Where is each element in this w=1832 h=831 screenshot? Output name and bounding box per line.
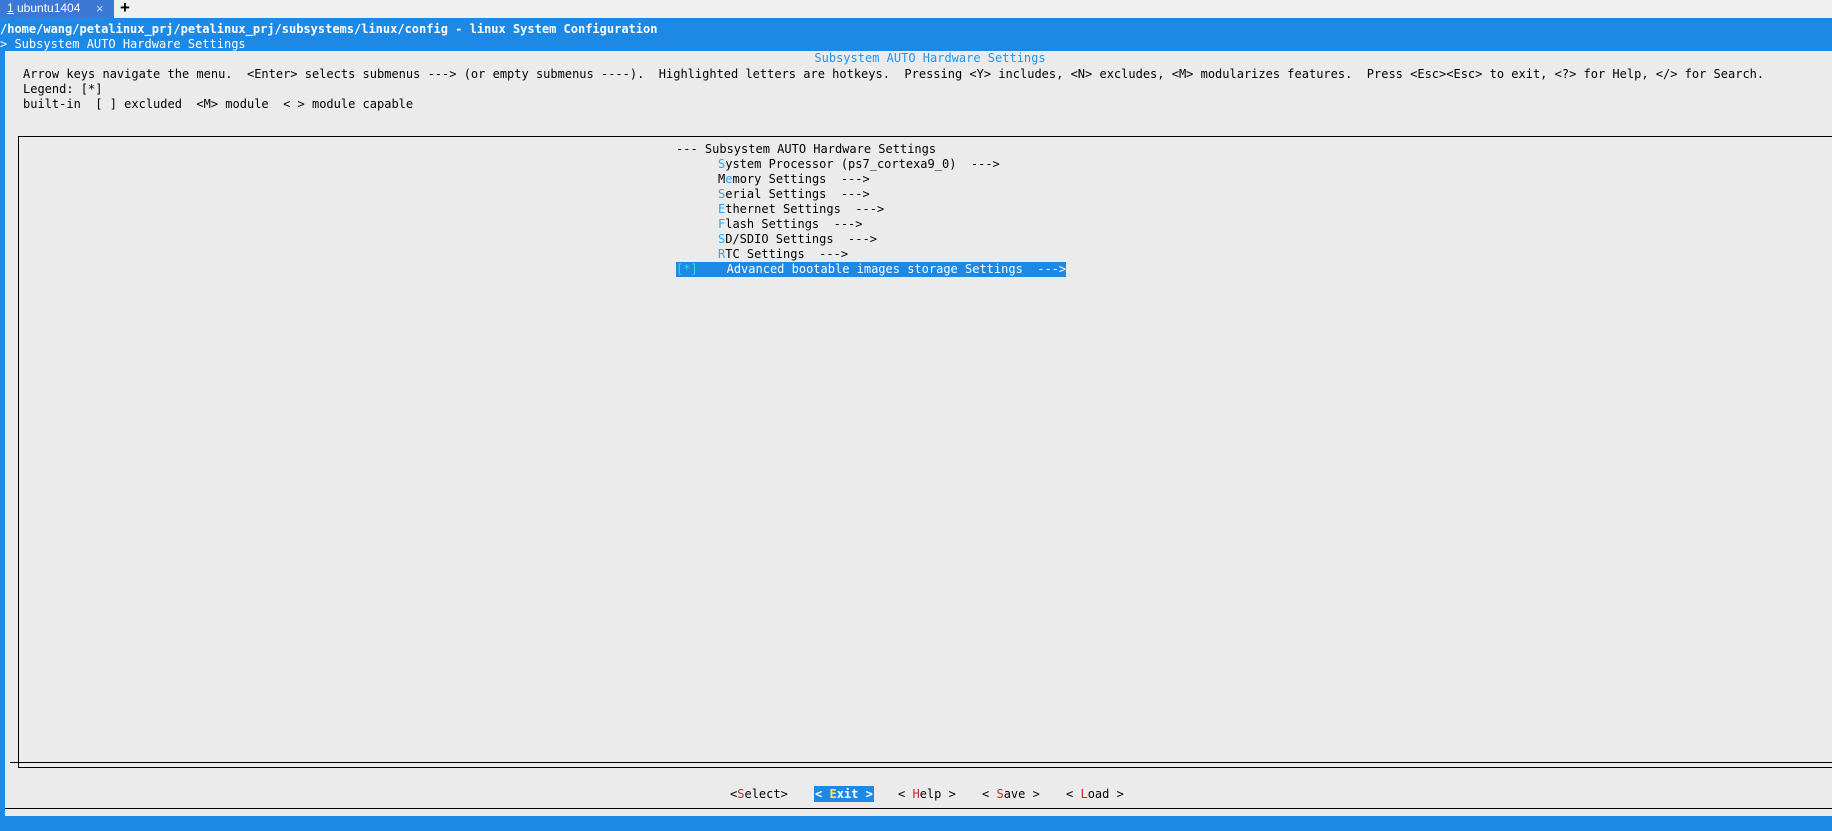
menu-item-advanced-bootable-storage[interactable]: [*] Advanced bootable images storage Set…: [676, 262, 1067, 277]
terminal-tab-bar: 1 ubuntu1404 × +: [0, 0, 1832, 18]
menu-item-system-processor[interactable]: System Processor (ps7_cortexa9_0) --->: [676, 157, 1066, 172]
terminal-tab-ubuntu1404[interactable]: 1 ubuntu1404 ×: [0, 0, 114, 18]
menu-item-flash-settings[interactable]: Flash Settings --->: [676, 217, 1066, 232]
breadcrumb: > Subsystem AUTO Hardware Settings: [0, 37, 246, 51]
menu-item-ethernet-settings[interactable]: Ethernet Settings --->: [676, 202, 1066, 217]
select-button[interactable]: <Select>: [730, 786, 788, 802]
menu-item-memory-settings[interactable]: Memory Settings --->: [676, 172, 1066, 187]
checkbox[interactable]: [*]: [676, 262, 698, 276]
window-title: Subsystem AUTO Hardware Settings: [814, 51, 1046, 65]
load-button[interactable]: < Load >: [1066, 786, 1124, 802]
exit-button[interactable]: < Exit >: [814, 786, 874, 802]
help-text: Arrow keys navigate the menu. <Enter> se…: [23, 67, 1765, 111]
close-icon[interactable]: ×: [96, 0, 104, 17]
divider: [10, 762, 1832, 763]
menu-header: --- Subsystem AUTO Hardware Settings: [676, 142, 937, 156]
help-button[interactable]: < Help >: [898, 786, 956, 802]
divider: [5, 808, 1832, 809]
menu-item-sd-sdio-settings[interactable]: SD/SDIO Settings --->: [676, 232, 1066, 247]
save-button[interactable]: < Save >: [982, 786, 1040, 802]
menu-list: --- Subsystem AUTO Hardware Settings Sys…: [676, 142, 1067, 277]
config-path-title: /home/wang/petalinux_prj/petalinux_prj/s…: [0, 22, 658, 36]
plus-icon[interactable]: +: [120, 0, 130, 18]
tab-number: 1: [7, 1, 14, 15]
menu-item-rtc-settings[interactable]: RTC Settings --->: [676, 247, 1066, 262]
menu-item-serial-settings[interactable]: Serial Settings --->: [676, 187, 1066, 202]
tab-name: ubuntu1404: [17, 1, 81, 15]
button-row: <Select> < Exit > < Help > < Save > < Lo…: [0, 786, 1832, 802]
